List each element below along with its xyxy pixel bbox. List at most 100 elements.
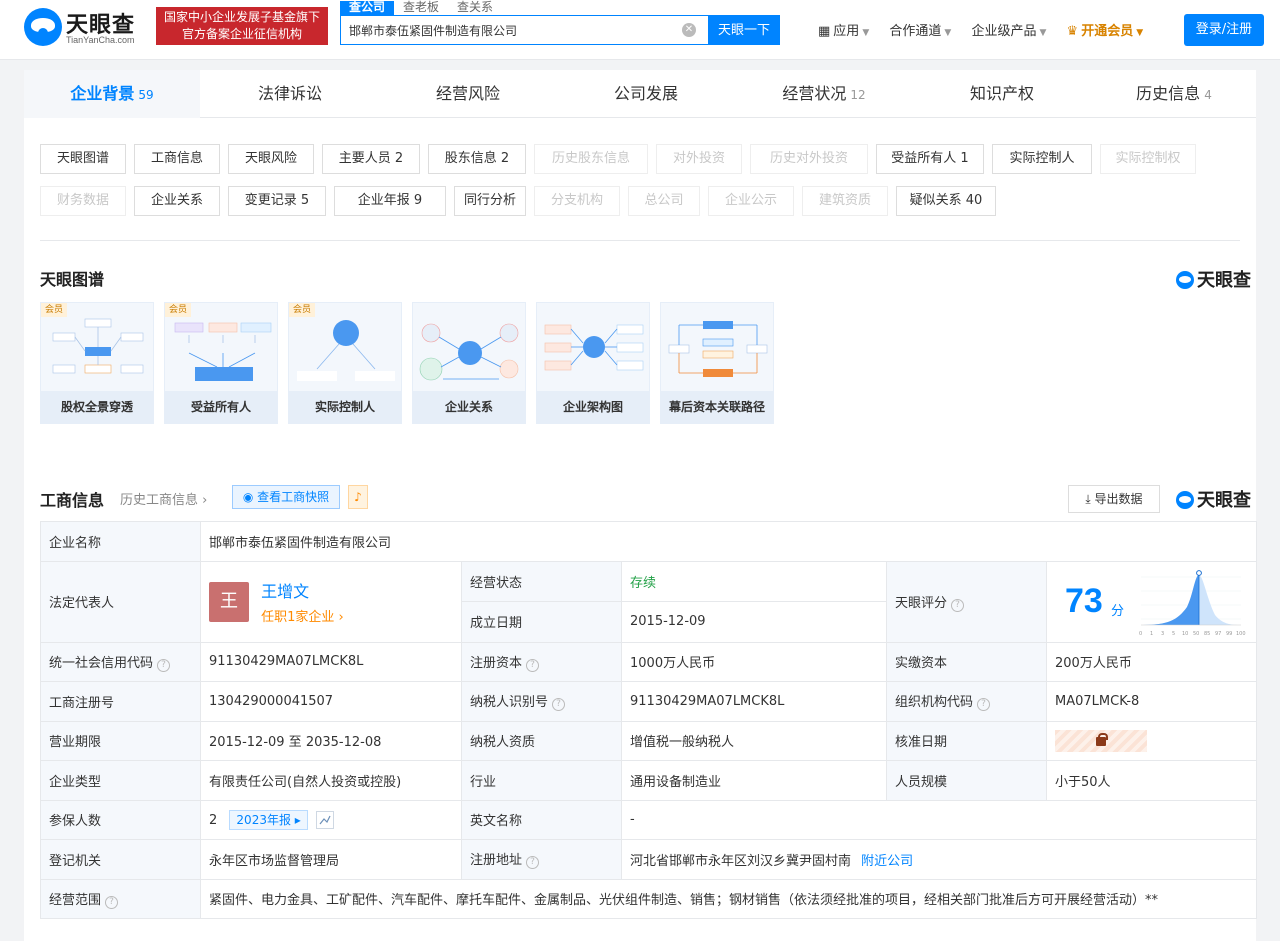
label-term: 营业期限 [40, 720, 201, 761]
nav-partner[interactable]: 合作通道 ▼ [889, 24, 951, 39]
site-logo[interactable]: 天眼查 TianYanCha.com [24, 8, 150, 48]
bell-icon[interactable]: ♪ [348, 485, 368, 509]
chip-chips_row1-6: 对外投资 [656, 144, 742, 174]
value-status: 存续 [621, 560, 887, 602]
label-company-type: 企业类型 [40, 760, 201, 801]
chip-chips_row1-5: 历史股东信息 [534, 144, 648, 174]
graph-card-equity[interactable]: 会员 股权全景穿透 [40, 302, 154, 424]
search-button[interactable]: 天眼一下 [708, 15, 780, 45]
history-biz-link[interactable]: 历史工商信息 › [120, 489, 207, 508]
graph-card-label: 受益所有人 [165, 391, 277, 423]
help-icon[interactable]: ? [105, 895, 119, 909]
biz-section-title: 工商信息 [40, 491, 105, 510]
table-row: 工商注册号 130429000041507 纳税人识别号? 91130429MA… [40, 681, 1258, 722]
help-icon[interactable]: ? [552, 698, 566, 712]
tab-litigation[interactable]: 法律诉讼 [202, 70, 378, 118]
help-icon[interactable]: ? [526, 856, 540, 870]
value-insured: 2 2023年报 ▸ [200, 799, 462, 840]
score-axis-tick: 97 [1215, 630, 1222, 637]
badge-line1: 国家中小企业发展子基金旗下 [163, 10, 320, 24]
graph-card-beneficiary[interactable]: 会员 受益所有人 [164, 302, 278, 424]
table-row: 法定代表人 王 王增文 任职1家企业 › 经营状态 存续 天眼评分? 73 分 [40, 560, 1258, 643]
brand-watermark: 天眼查 [1176, 486, 1251, 512]
chip-chips_row1-3[interactable]: 主要人员 2 [322, 144, 420, 174]
biz-info-table: 企业名称 邯郸市泰伍紧固件制造有限公司 法定代表人 王 王增文 任职1家企业 ›… [40, 521, 1258, 919]
chip-chips_row2-2[interactable]: 变更记录 5 [228, 186, 326, 216]
graph-card-structure[interactable]: 企业架构图 [536, 302, 650, 424]
table-row: 登记机关 永年区市场监督管理局 注册地址? 河北省邯郸市永年区刘汉乡冀尹固村南 … [40, 839, 1258, 880]
tab-operation[interactable]: 经营状况 12 [736, 70, 912, 118]
score-axis-tick: 100 [1236, 630, 1246, 637]
legal-rep-positions-link[interactable]: 任职1家企业 › [261, 606, 344, 625]
chip-chips_row2-1[interactable]: 企业关系 [134, 186, 220, 216]
chip-chips_row1-2[interactable]: 天眼风险 [228, 144, 314, 174]
label-authority: 登记机关 [40, 839, 201, 880]
chip-chips_row2-8: 建筑资质 [802, 186, 888, 216]
help-icon[interactable]: ? [526, 658, 540, 672]
nav-apps[interactable]: ▦ 应用 ▼ [818, 24, 869, 39]
score-axis-tick: 10 [1182, 630, 1189, 637]
help-icon[interactable]: ? [157, 658, 171, 672]
help-icon[interactable]: ? [951, 598, 965, 612]
label-legal-rep: 法定代表人 [40, 560, 201, 643]
tab-development[interactable]: 公司发展 [558, 70, 734, 118]
search-tab-relation[interactable]: 查关系 [448, 1, 502, 15]
label-taxpayer-type: 纳税人资质 [461, 720, 622, 761]
avatar: 王 [209, 581, 249, 622]
chip-chips_row1-8[interactable]: 受益所有人 1 [876, 144, 984, 174]
lock-icon[interactable] [1055, 729, 1147, 752]
value-founded: 2015-12-09 [621, 601, 887, 643]
label-credit-code: 统一社会信用代码? [40, 641, 201, 682]
grid-icon: ▦ [818, 24, 831, 39]
score-axis-tick: 3 [1161, 630, 1165, 637]
graph-card-label: 幕后资本关联路径 [661, 391, 773, 423]
snapshot-button[interactable]: ◉ 查看工商快照 [232, 485, 340, 509]
brand-watermark: 天眼查 [1176, 266, 1251, 292]
chip-chips_row1-4[interactable]: 股东信息 2 [428, 144, 526, 174]
chip-chips_row1-1[interactable]: 工商信息 [134, 144, 220, 174]
graph-card-capital-path[interactable]: 幕后资本关联路径 [660, 302, 774, 424]
graph-card-controller[interactable]: 会员 实际控制人 [288, 302, 402, 424]
clear-icon[interactable]: ✕ [682, 23, 696, 37]
chip-chips_row1-0[interactable]: 天眼图谱 [40, 144, 126, 174]
score-axis-tick: 99 [1226, 630, 1233, 637]
top-header: 天眼查 TianYanCha.com 国家中小企业发展子基金旗下 官方备案企业征… [0, 0, 1280, 60]
score-number: 73 [1065, 581, 1103, 620]
value-score[interactable]: 73 分 0 1 3 5 10 50 85 97 99 100 [1045, 560, 1258, 643]
legal-rep-name-link[interactable]: 王增文 [261, 578, 344, 602]
structure-diagram-icon [544, 324, 644, 371]
label-approve-date: 核准日期 [886, 720, 1047, 761]
tab-ip[interactable]: 知识产权 [914, 70, 1090, 118]
capital-path-diagram-icon [668, 321, 768, 377]
caret-down-icon: ▼ [944, 28, 952, 38]
label-scope: 经营范围? [40, 878, 201, 919]
chip-chips_row2-5: 分支机构 [534, 186, 620, 216]
search-input[interactable] [349, 21, 669, 39]
chip-chips_row2-9[interactable]: 疑似关系 40 [896, 186, 996, 216]
score-axis-tick: 1 [1150, 630, 1154, 637]
top-nav: ▦ 应用 ▼ 合作通道 ▼ 企业级产品 ▼ ♛ 开通会员 ▼ [818, 20, 1159, 39]
export-button[interactable]: ⤓ 导出数据 [1068, 485, 1160, 513]
label-reg-no: 工商注册号 [40, 681, 201, 722]
help-icon[interactable]: ? [977, 698, 991, 712]
login-button[interactable]: 登录/注册 [1184, 14, 1264, 46]
insured-year-tag[interactable]: 2023年报 ▸ [229, 809, 308, 830]
vip-tag: 会员 [41, 303, 68, 317]
chip-chips_row2-4[interactable]: 同行分析 [454, 186, 526, 216]
nearby-companies-link[interactable]: 附近公司 [861, 854, 913, 869]
tab-background[interactable]: 企业背景 59 [24, 70, 200, 118]
chip-chips_row2-3[interactable]: 企业年报 9 [334, 186, 446, 216]
trend-chart-icon[interactable] [315, 811, 334, 830]
tab-history[interactable]: 历史信息 4 [1086, 70, 1262, 118]
search-tab-boss[interactable]: 查老板 [394, 1, 448, 15]
label-en-name: 英文名称 [461, 799, 622, 840]
tab-risk[interactable]: 经营风险 [380, 70, 556, 118]
graph-card-relation[interactable]: 企业关系 [412, 302, 526, 424]
nav-vip[interactable]: ♛ 开通会员 ▼ [1067, 24, 1144, 39]
chip-chips_row1-9[interactable]: 实际控制人 [992, 144, 1092, 174]
nav-enterprise[interactable]: 企业级产品 ▼ [971, 24, 1046, 39]
value-taxpayer-id: 91130429MA07LMCK8L [621, 681, 887, 722]
search-tab-company[interactable]: 查公司 [340, 1, 395, 15]
table-row: 参保人数 2 2023年报 ▸ 英文名称 - [40, 799, 1258, 840]
caret-down-icon: ▼ [1136, 28, 1144, 38]
